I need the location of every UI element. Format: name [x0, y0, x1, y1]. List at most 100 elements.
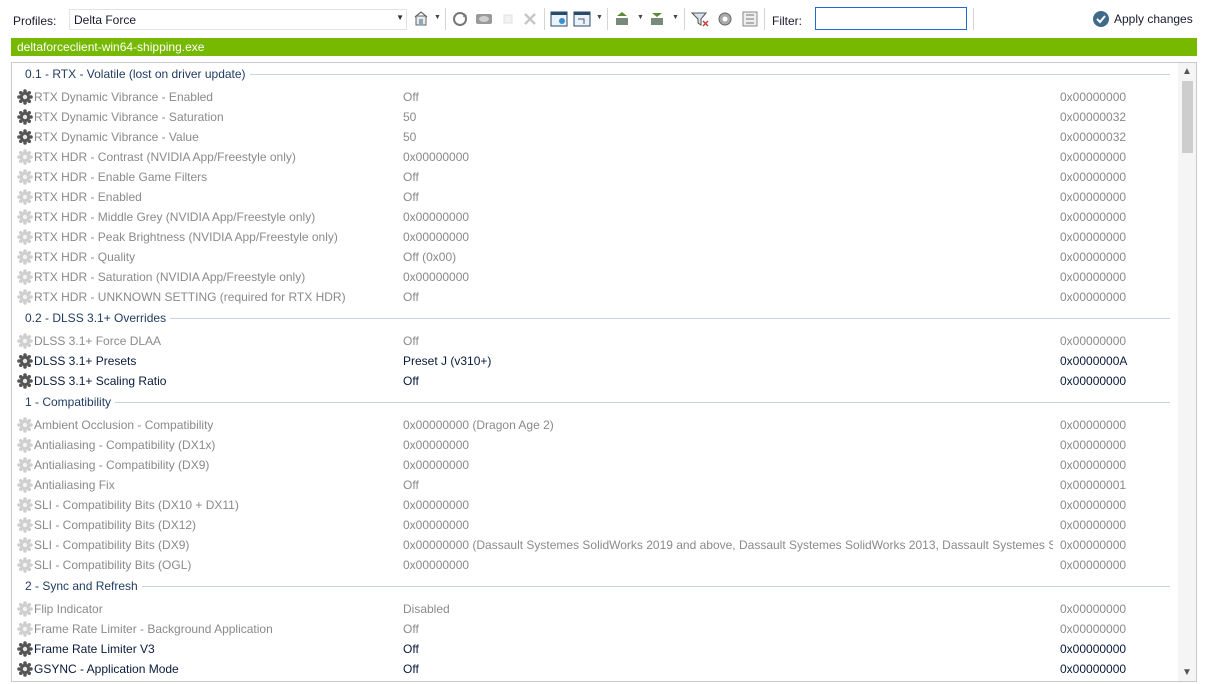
setting-row[interactable]: RTX HDR - Contrast (NVIDIA App/Freestyle… — [12, 147, 1178, 167]
setting-row[interactable]: RTX HDR - Enabled Off 0x00000000 — [12, 187, 1178, 207]
setting-value[interactable]: Off — [403, 662, 419, 676]
setting-value[interactable]: 0x00000000 — [403, 210, 469, 224]
add-application-icon[interactable] — [550, 10, 568, 28]
setting-row[interactable]: Frame Rate Limiter - Background Applicat… — [12, 619, 1178, 639]
scan-icon[interactable] — [741, 10, 759, 28]
vertical-scrollbar[interactable]: ▲ ▼ — [1178, 63, 1196, 681]
setting-row[interactable]: RTX HDR - Quality Off (0x00) 0x00000000 — [12, 247, 1178, 267]
setting-value[interactable]: 0x00000000 — [403, 438, 469, 452]
setting-row[interactable]: GSYNC - Application Mode Off 0x00000000 — [12, 659, 1178, 679]
group-header[interactable]: 2 - Sync and Refresh — [12, 575, 1178, 599]
group-title: 2 - Sync and Refresh — [25, 579, 142, 593]
setting-value[interactable]: 0x00000000 — [403, 150, 469, 164]
setting-name: GSYNC - Application Mode — [34, 662, 179, 676]
setting-hex-value: 0x00000000 — [1060, 622, 1127, 636]
setting-value[interactable]: 0x00000000 — [403, 230, 469, 244]
gear-icon — [17, 641, 33, 657]
gear-icon — [17, 129, 33, 145]
setting-name: Antialiasing - Compatibility (DX9) — [34, 458, 210, 472]
setting-row[interactable]: Antialiasing Fix Off 0x00000001 — [12, 475, 1178, 495]
app-dropdown-icon[interactable]: ▼ — [596, 14, 603, 21]
setting-row[interactable]: RTX Dynamic Vibrance - Enabled Off 0x00000… — [12, 87, 1178, 107]
delete-icon[interactable] — [521, 10, 539, 28]
setting-row[interactable]: Flip Indicator Disabled 0x00000000 — [12, 599, 1178, 619]
setting-value[interactable]: Off — [403, 478, 419, 492]
import-dropdown-icon[interactable]: ▼ — [672, 14, 679, 21]
setting-row[interactable]: SLI - Compatibility Bits (DX9) 0x00000000… — [12, 535, 1178, 555]
setting-row[interactable]: RTX Dynamic Vibrance - Saturation 50 0x000… — [12, 107, 1178, 127]
setting-row[interactable]: RTX HDR - Enable Game Filters Off 0x000000… — [12, 167, 1178, 187]
setting-value[interactable]: 50 — [403, 110, 416, 124]
setting-value[interactable]: Off — [403, 374, 419, 388]
setting-value[interactable]: Preset J (v310+) — [403, 354, 491, 368]
setting-row[interactable]: DLSS 3.1+ Scaling Ratio Off 0x00000000 — [12, 371, 1178, 391]
setting-row[interactable]: DLSS 3.1+ Presets Preset J (v310+) 0x00000… — [12, 351, 1178, 371]
setting-value[interactable]: 0x00000000 — [403, 458, 469, 472]
setting-name: DLSS 3.1+ Scaling Ratio — [34, 374, 167, 388]
setting-row[interactable]: RTX HDR - Saturation (NVIDIA App/Freesty… — [12, 267, 1178, 287]
gear-icon — [17, 537, 33, 553]
profile-select[interactable]: Delta Force ▼ — [69, 9, 407, 30]
setting-hex-value: 0x00000000 — [1060, 518, 1127, 532]
setting-row[interactable]: DLSS 3.1+ Force DLAA Off 0x00000000 — [12, 331, 1178, 351]
setting-value[interactable]: Off — [403, 642, 419, 656]
setting-value[interactable]: Off — [403, 170, 419, 184]
app-window-icon[interactable] — [573, 10, 591, 28]
setting-value[interactable]: Off — [403, 90, 419, 104]
group-header[interactable]: 0.2 - DLSS 3.1+ Overrides — [12, 307, 1178, 331]
toolbar-divider — [764, 8, 765, 30]
setting-value[interactable]: Off — [403, 334, 419, 348]
nvidia-icon[interactable] — [475, 10, 493, 28]
export-dropdown-icon[interactable]: ▼ — [637, 14, 644, 21]
scroll-up-icon[interactable]: ▲ — [1178, 63, 1196, 80]
setting-value[interactable]: 0x00000000 — [403, 270, 469, 284]
setting-value[interactable]: 0x00000000 — [403, 498, 469, 512]
setting-value[interactable]: 0x00000000 (Dassault Systemes SolidWorks… — [403, 538, 1053, 552]
refresh-icon[interactable] — [451, 10, 469, 28]
scroll-down-icon[interactable]: ▼ — [1178, 664, 1196, 681]
setting-value[interactable]: 0x00000000 (Dragon Age 2) — [403, 418, 554, 432]
blank-icon — [499, 10, 517, 28]
setting-value[interactable]: Off — [403, 622, 419, 636]
setting-name: RTX HDR - Quality — [34, 250, 136, 264]
apply-changes-button[interactable]: Apply changes — [1092, 10, 1193, 28]
group-header[interactable]: 1 - Compatibility — [12, 391, 1178, 415]
filter-input[interactable] — [815, 7, 967, 30]
gear-icon — [17, 149, 33, 165]
filter-icon[interactable] — [691, 10, 709, 28]
setting-value[interactable]: 0x00000000 — [403, 518, 469, 532]
setting-row[interactable]: Frame Rate Limiter V3 Off 0x00000000 — [12, 639, 1178, 659]
home-dropdown-icon[interactable]: ▼ — [434, 14, 441, 21]
setting-row[interactable]: RTX Dynamic Vibrance - Value 50 0x00000032 — [12, 127, 1178, 147]
setting-row[interactable]: RTX HDR - Peak Brightness (NVIDIA App/Fr… — [12, 227, 1178, 247]
setting-name: RTX HDR - Enable Game Filters — [34, 170, 208, 184]
setting-value[interactable]: Off — [403, 290, 419, 304]
setting-name: DLSS 3.1+ Force DLAA — [34, 334, 162, 348]
gear-icon — [17, 557, 33, 573]
gear-icon — [17, 621, 33, 637]
gear-icon — [17, 229, 33, 245]
gear-icon — [17, 109, 33, 125]
setting-value[interactable]: 0x00000000 — [403, 558, 469, 572]
setting-row[interactable]: SLI - Compatibility Bits (DX12) 0x0000000… — [12, 515, 1178, 535]
setting-value[interactable]: Disabled — [403, 602, 450, 616]
setting-value[interactable]: Off (0x00) — [403, 250, 456, 264]
setting-hex-value: 0x00000000 — [1060, 90, 1127, 104]
setting-row[interactable]: Antialiasing - Compatibility (DX9) 0x0000… — [12, 455, 1178, 475]
group-title: 0.1 - RTX - Volatile (lost on driver upd… — [25, 67, 250, 81]
setting-row[interactable]: Ambient Occlusion - Compatibility 0x00000… — [12, 415, 1178, 435]
setting-value[interactable]: 50 — [403, 130, 416, 144]
scroll-thumb[interactable] — [1182, 81, 1193, 153]
setting-row[interactable]: RTX HDR - Middle Grey (NVIDIA App/Freest… — [12, 207, 1178, 227]
group-header[interactable]: 0.1 - RTX - Volatile (lost on driver upd… — [12, 63, 1178, 87]
setting-row[interactable]: SLI - Compatibility Bits (DX10 + DX11) 0x… — [12, 495, 1178, 515]
home-icon[interactable] — [412, 10, 430, 28]
export-icon[interactable] — [614, 10, 632, 28]
setting-row[interactable]: RTX HDR - UNKNOWN SETTING (required for … — [12, 287, 1178, 307]
import-icon[interactable] — [649, 10, 667, 28]
setting-value[interactable]: Off — [403, 190, 419, 204]
setting-row[interactable]: Antialiasing - Compatibility (DX1x) 0x000… — [12, 435, 1178, 455]
setting-row[interactable]: SLI - Compatibility Bits (OGL) 0x00000000… — [12, 555, 1178, 575]
gear-icon — [17, 333, 33, 349]
settings-icon[interactable] — [716, 10, 734, 28]
